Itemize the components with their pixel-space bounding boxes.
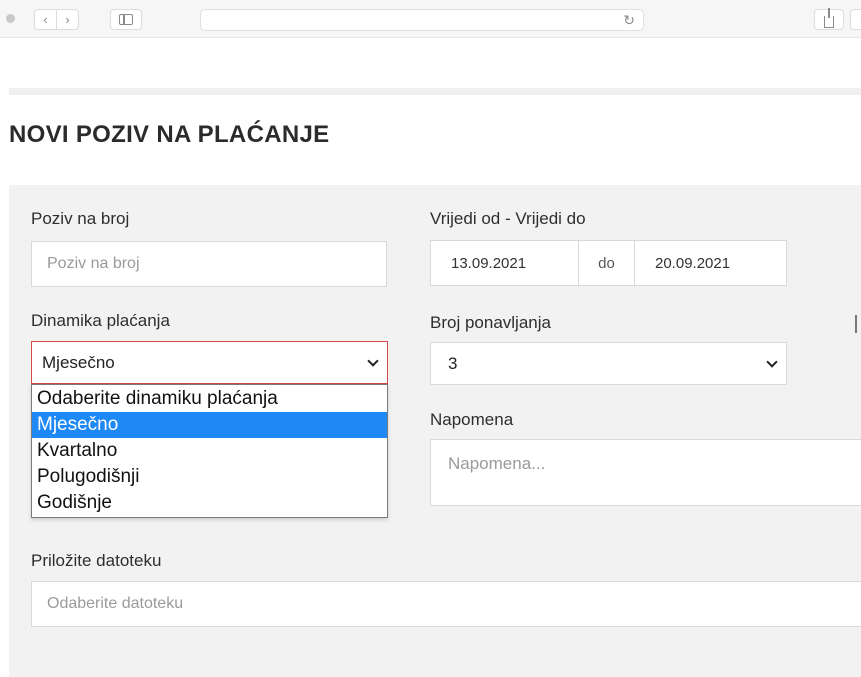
page-title: NOVI POZIV NA PLAĆANJE <box>9 121 330 148</box>
sidebar-icon <box>119 14 133 25</box>
date-range-group: 13.09.2021 do 20.09.2021 <box>430 240 787 286</box>
address-bar[interactable]: ↻ <box>200 9 644 31</box>
date-separator: do <box>579 241 635 285</box>
reference-input[interactable]: Poziv na broj <box>31 241 387 287</box>
chevron-right-icon: › <box>65 12 70 27</box>
page-top-divider <box>9 88 861 95</box>
dropdown-option[interactable]: Polugodišnji <box>32 464 387 490</box>
cut-off-element <box>855 315 857 333</box>
share-icon <box>824 7 834 28</box>
tabs-button[interactable] <box>850 9 861 30</box>
chevron-left-icon: ‹ <box>43 12 48 27</box>
dropdown-option-selected[interactable]: Mjesečno <box>32 412 387 438</box>
back-button[interactable]: ‹ <box>34 9 57 30</box>
date-from-input[interactable]: 13.09.2021 <box>431 241 579 285</box>
dynamics-label: Dinamika plaćanja <box>31 311 170 330</box>
note-label: Napomena <box>430 410 514 429</box>
window-control-dot[interactable] <box>6 14 15 23</box>
note-textarea[interactable]: Napomena... <box>430 439 861 506</box>
reference-label: Poziv na broj <box>31 209 130 228</box>
chevron-down-icon <box>367 354 379 367</box>
forward-button[interactable]: › <box>56 9 79 30</box>
sidebar-toggle-button[interactable] <box>110 9 142 30</box>
dynamics-selected-value: Mjesečno <box>42 352 115 372</box>
dropdown-option[interactable]: Odaberite dinamiku plaćanja <box>32 386 387 412</box>
share-button[interactable] <box>814 7 844 30</box>
date-to-input[interactable]: 20.09.2021 <box>635 241 786 285</box>
validity-label: Vrijedi od - Vrijedi do <box>430 209 586 228</box>
attachment-input[interactable]: Odaberite datoteku <box>31 581 861 627</box>
repetitions-label: Broj ponavljanja <box>430 313 551 332</box>
dropdown-option[interactable]: Godišnje <box>32 490 387 516</box>
dynamics-dropdown-list: Odaberite dinamiku plaćanja Mjesečno Kva… <box>31 384 388 518</box>
dropdown-option[interactable]: Kvartalno <box>32 438 387 464</box>
repetitions-select[interactable]: 3 <box>430 342 787 385</box>
reload-icon[interactable]: ↻ <box>623 12 635 29</box>
attachment-label: Priložite datoteku <box>31 551 162 570</box>
chevron-down-icon <box>766 355 778 368</box>
repetitions-selected-value: 3 <box>448 353 458 373</box>
dynamics-select[interactable]: Mjesečno <box>31 341 388 384</box>
browser-toolbar: ‹ › ↻ <box>0 0 861 38</box>
